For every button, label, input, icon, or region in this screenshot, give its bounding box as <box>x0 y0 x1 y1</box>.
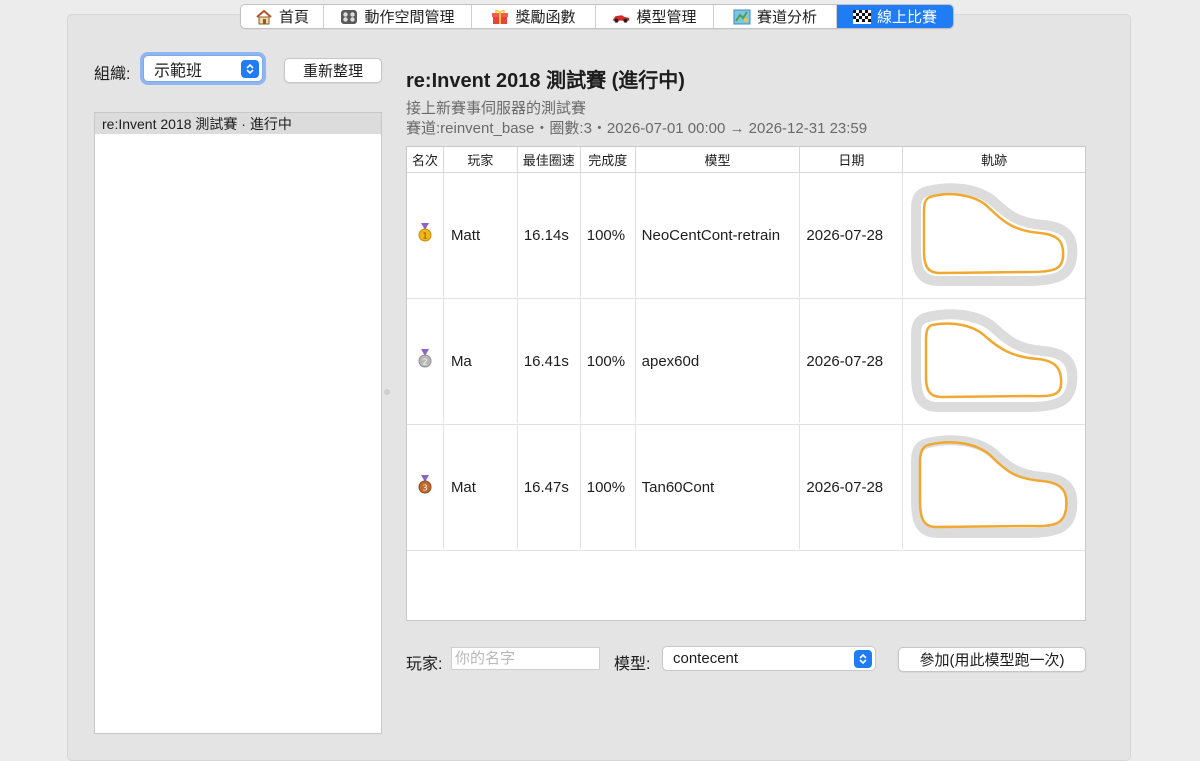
bronze-medal-icon: 3 <box>417 475 433 499</box>
gamepad-icon <box>340 9 358 25</box>
model-cell: apex60d <box>636 299 801 423</box>
completion-cell: 100% <box>581 299 636 423</box>
tab-label: 線上比賽 <box>876 9 937 26</box>
header-rank[interactable]: 名次 <box>407 147 444 172</box>
header-player[interactable]: 玩家 <box>444 147 518 172</box>
trajectory-plot <box>911 435 1078 538</box>
header-trajectory[interactable]: 軌跡 <box>903 147 1085 172</box>
tab-bar: 首頁 動作空間管理 獎勵函數 模型管理 賽道分析 線上比賽 <box>240 4 954 29</box>
chevron-updown-icon <box>241 59 259 78</box>
silver-medal-icon: 2 <box>417 349 433 373</box>
gift-icon <box>491 9 509 25</box>
org-select-value: 示範班 <box>154 62 203 80</box>
date-cell: 2026-07-28 <box>800 425 904 549</box>
lap-cell: 16.47s <box>518 425 581 549</box>
tab-model-management[interactable]: 模型管理 <box>596 5 714 28</box>
trajectory-plot <box>911 309 1078 412</box>
table-row[interactable]: 2 Ma 16.41s 100% apex60d 2026-07-28 <box>407 299 1085 425</box>
header-date[interactable]: 日期 <box>800 147 904 172</box>
header-completion[interactable]: 完成度 <box>581 147 636 172</box>
checkered-flag-icon <box>852 9 871 25</box>
model-select[interactable]: contecent <box>662 646 876 671</box>
race-meta: 賽道:reinvent_base・圈數:3・2026-07-01 00:00 →… <box>406 120 868 137</box>
tab-label: 動作空間管理 <box>364 9 455 26</box>
model-label: 模型: <box>614 656 651 673</box>
tab-label: 賽道分析 <box>756 9 817 26</box>
map-icon <box>733 9 751 25</box>
refresh-button[interactable]: 重新整理 <box>284 58 382 83</box>
table-header: 名次 玩家 最佳圈速 完成度 模型 日期 軌跡 <box>407 147 1085 173</box>
trajectory-cell <box>903 173 1085 297</box>
player-label: 玩家: <box>406 656 443 673</box>
race-subtitle: 接上新賽事伺服器的測試賽 <box>406 100 587 117</box>
race-car-icon <box>612 9 630 25</box>
race-list-item[interactable]: re:Invent 2018 測試賽 · 進行中 <box>95 113 381 134</box>
race-title: re:Invent 2018 測試賽 (進行中) <box>406 70 685 92</box>
table-row[interactable]: 3 Mat 16.47s 100% Tan60Cont 2026-07-28 <box>407 425 1085 551</box>
table-row[interactable]: 1 Matt 16.14s 100% NeoCentCont-retrain 2… <box>407 173 1085 299</box>
tab-online-race[interactable]: 線上比賽 <box>837 5 953 28</box>
date-cell: 2026-07-28 <box>800 173 904 297</box>
house-icon <box>255 9 273 25</box>
header-best-lap[interactable]: 最佳圈速 <box>518 147 581 172</box>
race-list: re:Invent 2018 測試賽 · 進行中 <box>94 112 382 734</box>
player-name-input[interactable] <box>451 647 600 670</box>
tab-label: 首頁 <box>278 9 309 26</box>
lap-cell: 16.41s <box>518 299 581 423</box>
completion-cell: 100% <box>581 425 636 549</box>
model-cell: NeoCentCont-retrain <box>636 173 801 297</box>
trajectory-plot <box>911 183 1078 286</box>
rank-cell: 2 <box>407 299 444 423</box>
player-cell: Matt <box>444 173 518 297</box>
tab-label: 獎勵函數 <box>515 9 576 26</box>
trajectory-cell <box>903 425 1085 549</box>
leaderboard-table: 名次 玩家 最佳圈速 完成度 模型 日期 軌跡 1 Matt 16.14s 10… <box>406 146 1086 621</box>
tab-action-space[interactable]: 動作空間管理 <box>324 5 472 28</box>
org-label: 組織: <box>94 66 131 83</box>
lap-cell: 16.14s <box>518 173 581 297</box>
player-cell: Mat <box>444 425 518 549</box>
model-select-value: contecent <box>673 650 739 667</box>
tab-home[interactable]: 首頁 <box>241 5 324 28</box>
date-cell: 2026-07-28 <box>800 299 904 423</box>
header-model[interactable]: 模型 <box>636 147 801 172</box>
player-cell: Ma <box>444 299 518 423</box>
org-select[interactable]: 示範班 <box>143 55 263 82</box>
svg-text:2: 2 <box>422 358 427 367</box>
model-cell: Tan60Cont <box>636 425 801 549</box>
rank-cell: 1 <box>407 173 444 297</box>
tab-track-analysis[interactable]: 賽道分析 <box>714 5 837 28</box>
svg-text:1: 1 <box>422 232 427 241</box>
svg-text:3: 3 <box>422 484 427 493</box>
trajectory-cell <box>903 299 1085 423</box>
completion-cell: 100% <box>581 173 636 297</box>
tab-label: 模型管理 <box>636 9 697 26</box>
gold-medal-icon: 1 <box>417 223 433 247</box>
join-race-button[interactable]: 參加(用此模型跑一次) <box>898 647 1086 672</box>
rank-cell: 3 <box>407 425 444 549</box>
splitter-handle[interactable] <box>384 389 390 395</box>
tab-reward-function[interactable]: 獎勵函數 <box>472 5 596 28</box>
chevron-updown-icon <box>854 649 872 668</box>
